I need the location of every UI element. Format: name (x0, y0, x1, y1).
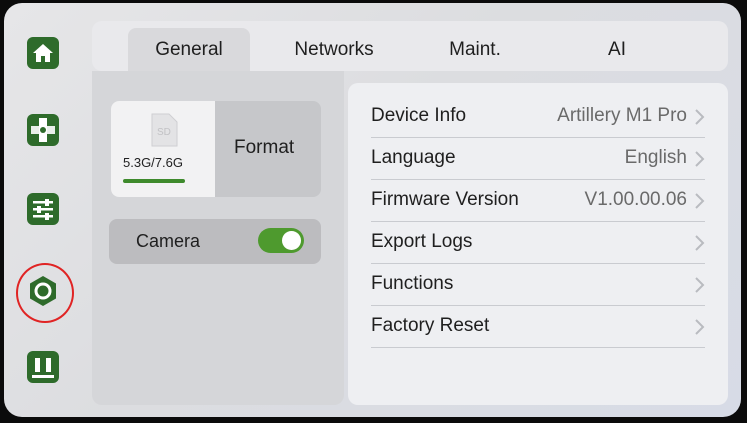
setting-factory-reset[interactable]: Factory Reset (371, 305, 705, 348)
setting-label: Language (371, 147, 456, 168)
sd-usage-text: 5.3G/7.6G (123, 155, 183, 170)
move-icon[interactable] (26, 113, 60, 147)
chevron-right-icon (695, 235, 705, 251)
chevron-right-icon (695, 319, 705, 335)
chevron-right-icon (695, 151, 705, 167)
format-sd-button[interactable]: SD 5.3G/7.6G Format (111, 101, 321, 197)
setting-device-info[interactable]: Device Info Artillery M1 Pro (371, 95, 705, 138)
tab-general[interactable]: General (128, 28, 250, 71)
format-label: Format (234, 137, 295, 158)
chevron-right-icon (695, 193, 705, 209)
camera-row: Camera (109, 219, 321, 264)
setting-label: Device Info (371, 105, 467, 126)
sidebar (4, 3, 84, 417)
setting-label: Functions (371, 273, 454, 294)
setting-functions[interactable]: Functions (371, 263, 705, 306)
sd-card-icon: SD (151, 113, 178, 147)
sd-usage-area: SD 5.3G/7.6G (111, 101, 215, 197)
tab-maint[interactable]: Maint. (410, 28, 540, 71)
settings-list: Device Info Artillery M1 Pro Language En… (348, 83, 728, 405)
setting-value: English (624, 147, 687, 168)
tab-bar: General Networks Maint. AI (92, 21, 728, 71)
toggle-knob (282, 231, 301, 250)
pause-icon[interactable] (26, 350, 60, 384)
setting-label: Firmware Version (371, 189, 519, 210)
tab-networks[interactable]: Networks (274, 28, 394, 71)
chevron-right-icon (695, 277, 705, 293)
setting-label: Factory Reset (371, 315, 490, 336)
home-icon[interactable] (26, 36, 60, 70)
adjust-icon[interactable] (26, 192, 60, 226)
setting-value: V1.00.00.06 (584, 189, 687, 210)
setting-label: Export Logs (371, 231, 473, 252)
setting-export-logs[interactable]: Export Logs (371, 221, 705, 264)
svg-text:SD: SD (157, 127, 171, 138)
screen: General Networks Maint. AI SD 5.3G/7.6G … (4, 3, 741, 417)
tab-ai[interactable]: AI (572, 28, 662, 71)
selection-highlight-circle (16, 263, 74, 323)
camera-label: Camera (136, 231, 201, 251)
setting-language[interactable]: Language English (371, 137, 705, 180)
sd-usage-bar (123, 179, 185, 183)
setting-firmware-version[interactable]: Firmware Version V1.00.00.06 (371, 179, 705, 222)
chevron-right-icon (695, 109, 705, 125)
camera-toggle[interactable] (258, 228, 304, 253)
setting-value: Artillery M1 Pro (557, 105, 687, 126)
general-left-panel: SD 5.3G/7.6G Format Camera (92, 71, 344, 405)
